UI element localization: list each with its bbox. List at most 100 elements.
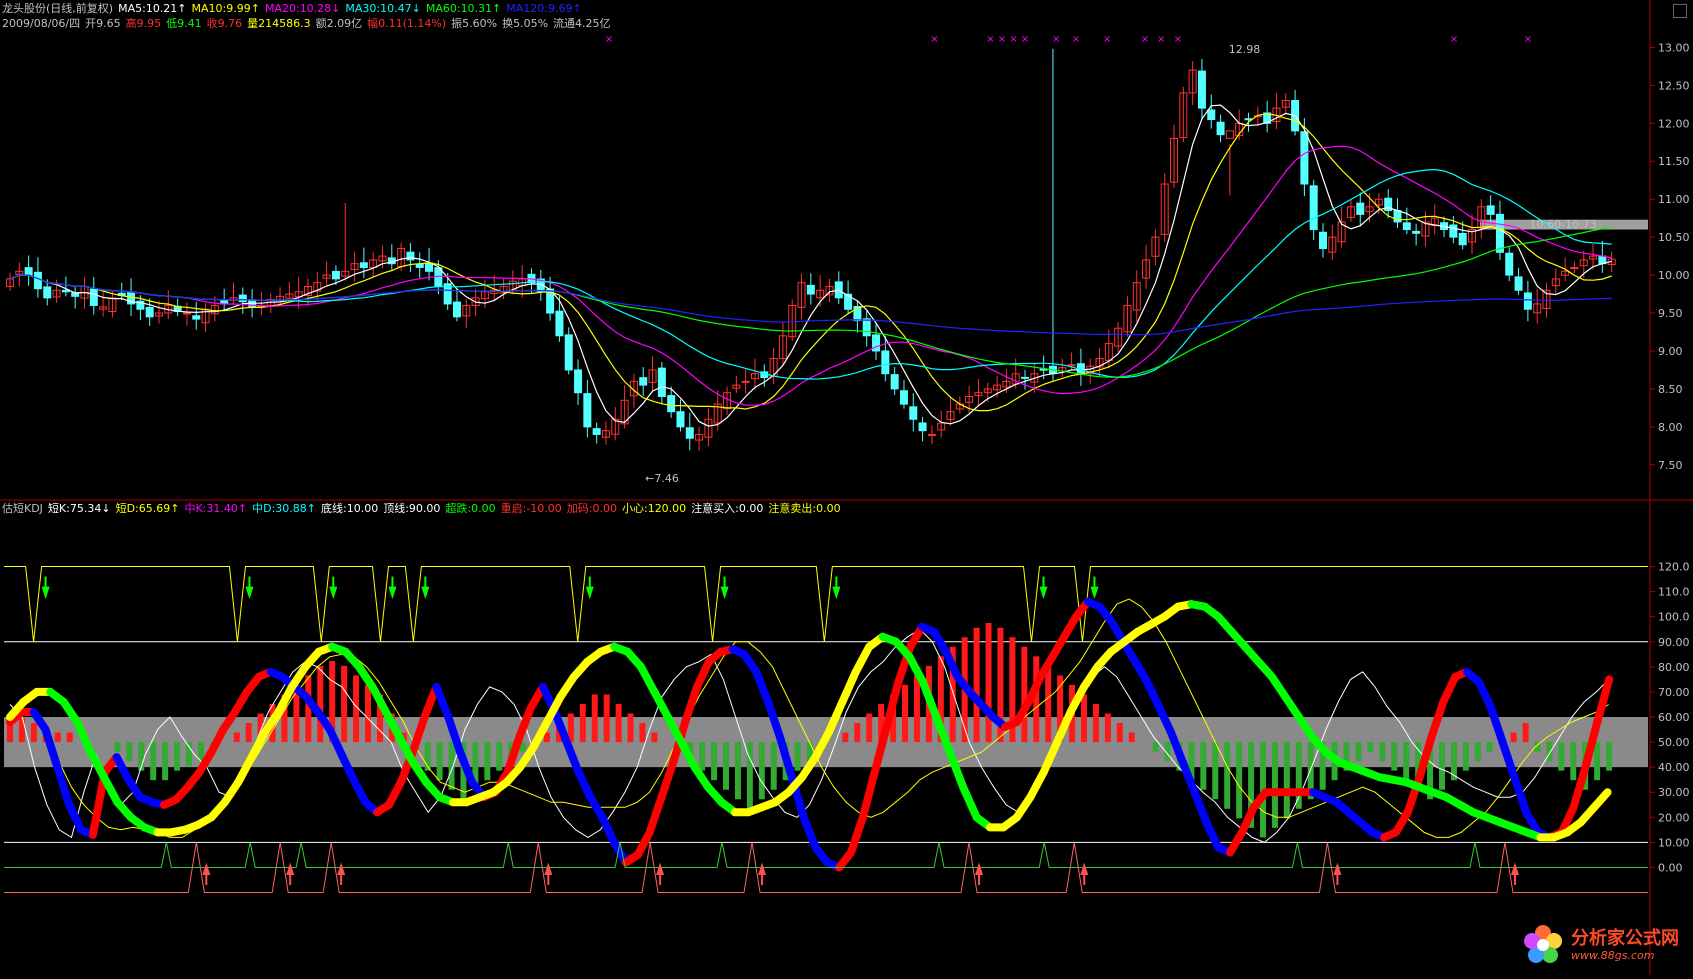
candle-body xyxy=(918,422,927,432)
kdj-hist-bar xyxy=(770,742,777,790)
kdj-tick-label: 90.00 xyxy=(1658,636,1690,649)
mid-k-segment xyxy=(657,758,678,802)
kdj-hist-bar xyxy=(854,723,861,743)
top-marker-x: × xyxy=(930,34,938,45)
kdj-tick-label: 110.0 xyxy=(1658,586,1690,599)
kdj-hist-bar xyxy=(1271,742,1278,828)
kdj-hist-bar xyxy=(317,665,324,743)
kdj-tick-label: 20.00 xyxy=(1658,811,1690,824)
candle-body xyxy=(657,367,666,398)
kdj-hist-bar xyxy=(1200,742,1207,790)
buy-up-arrow-icon xyxy=(975,862,984,875)
candle-body xyxy=(1514,276,1523,291)
mid-k-segment xyxy=(1237,803,1258,837)
kdj-hist-bar xyxy=(794,742,801,771)
watermark-url: www.88gs.com xyxy=(1571,948,1655,962)
row2-item: 收9.76 xyxy=(206,17,243,30)
kdj-hist-bar xyxy=(1152,742,1159,752)
mid-k-segment xyxy=(1439,672,1460,706)
mid-k-segment xyxy=(941,647,962,681)
kdj-hist-bar xyxy=(1212,742,1219,800)
candle-body xyxy=(359,262,368,268)
price-tick-label: 12.00 xyxy=(1658,117,1690,130)
kdj-hist-bar xyxy=(197,742,204,762)
row2-item: 振5.60% xyxy=(451,17,498,30)
kdj-hist-bar xyxy=(711,742,718,781)
mid-k-segment xyxy=(799,813,820,852)
kdj-hist-bar xyxy=(1558,742,1565,771)
top-marker-x: × xyxy=(1174,34,1182,45)
candle-body xyxy=(676,411,685,428)
candle-body xyxy=(452,301,461,318)
candle-body xyxy=(1486,205,1495,215)
row2-item: 高9.95 xyxy=(125,17,162,30)
flower-logo-icon xyxy=(1524,925,1562,963)
kdj-hist-bar xyxy=(1092,703,1099,743)
kdj-hist-bar xyxy=(866,713,873,743)
candle-body xyxy=(1197,70,1206,109)
row2-item: 额2.09亿 xyxy=(315,17,363,30)
price-tick-label: 10.00 xyxy=(1658,269,1690,282)
row2-item: 低9.41 xyxy=(166,17,202,30)
mid-k-segment xyxy=(681,682,702,727)
indicator-item: 顶线:90.00 xyxy=(383,502,441,515)
mid-k-segment xyxy=(432,682,453,721)
window-corner-icon[interactable] xyxy=(1673,4,1687,18)
kdj-hist-bar xyxy=(1367,742,1374,752)
row1-item: MA60:10.31↑ xyxy=(425,2,502,15)
kdj-hist-bar xyxy=(1474,742,1481,762)
candle-body xyxy=(1458,232,1467,246)
row2-item: 量214586.3 xyxy=(247,17,311,30)
mid-d-segment xyxy=(1026,768,1048,802)
candle-body xyxy=(741,380,750,383)
kdj-hist-bar xyxy=(1116,723,1123,743)
candle-body xyxy=(862,318,871,337)
kdj-hist-bar xyxy=(1391,742,1398,771)
chart-svg: 13.00 12.50 12.00 11.50 11.00 10.50 10.00 9.50 9… xyxy=(0,0,1693,975)
mid-k-segment xyxy=(1190,788,1211,827)
kdj-hist-bar xyxy=(746,742,753,809)
kdj-hist-bar xyxy=(579,703,586,743)
mid-k-segment xyxy=(1202,818,1223,852)
row1-item: MA120:9.69↑ xyxy=(506,2,582,15)
indicator-item: 估短KDJ xyxy=(2,502,43,515)
buy-up-arrow-icon xyxy=(337,862,346,875)
candle-body xyxy=(1225,130,1234,139)
price-tick-label: 7.50 xyxy=(1658,459,1683,472)
mid-k-segment xyxy=(1510,773,1531,817)
row2-item: 换5.05% xyxy=(502,17,549,30)
candle-body xyxy=(425,262,434,272)
kdj-hist-bar xyxy=(18,718,25,743)
kdj-hist-bar xyxy=(1081,694,1087,743)
top-marker-x: × xyxy=(1103,34,1111,45)
candle-body xyxy=(909,406,918,420)
kdj-hist-bar xyxy=(758,742,765,800)
mid-k-segment xyxy=(1143,677,1164,711)
buy-up-arrow-icon xyxy=(1510,862,1519,875)
candle-body xyxy=(685,427,694,439)
header-row-2: 2009/08/06/四 开9.65 高9.95 低9.41 收9.76 量214586.… xyxy=(2,17,616,31)
kdj-hist-bar xyxy=(1510,732,1517,743)
candle-body xyxy=(1505,252,1514,276)
buy-up-arrow-icon xyxy=(656,862,665,875)
kdj-hist-bar xyxy=(1403,742,1410,781)
kdj-hist-bar xyxy=(1021,646,1028,743)
candle-body xyxy=(667,395,676,413)
mid-d-segment xyxy=(99,773,122,807)
candle-body xyxy=(574,369,583,394)
kdj-hist-bar xyxy=(723,742,729,790)
kdj-hist-bar xyxy=(651,732,658,743)
kdj-hist-bar xyxy=(150,742,157,781)
indicator-item: 注意买入:0.00 xyxy=(691,502,764,515)
candle-body xyxy=(1207,109,1216,120)
kdj-hist-bar xyxy=(233,732,240,743)
indicator-item: 注意卖出:0.00 xyxy=(768,502,841,515)
kdj-hist-bar xyxy=(1045,665,1052,743)
kdj-tick-label: 80.00 xyxy=(1658,661,1690,674)
row1-item: MA10:9.99↑ xyxy=(191,2,260,15)
buy-up-arrow-icon xyxy=(1080,862,1089,875)
indicator-item: 小心:120.00 xyxy=(621,502,687,515)
kdj-hist-bar xyxy=(615,703,622,743)
buy-up-arrow-icon xyxy=(202,862,211,875)
buy-up-arrow-icon xyxy=(544,862,553,875)
